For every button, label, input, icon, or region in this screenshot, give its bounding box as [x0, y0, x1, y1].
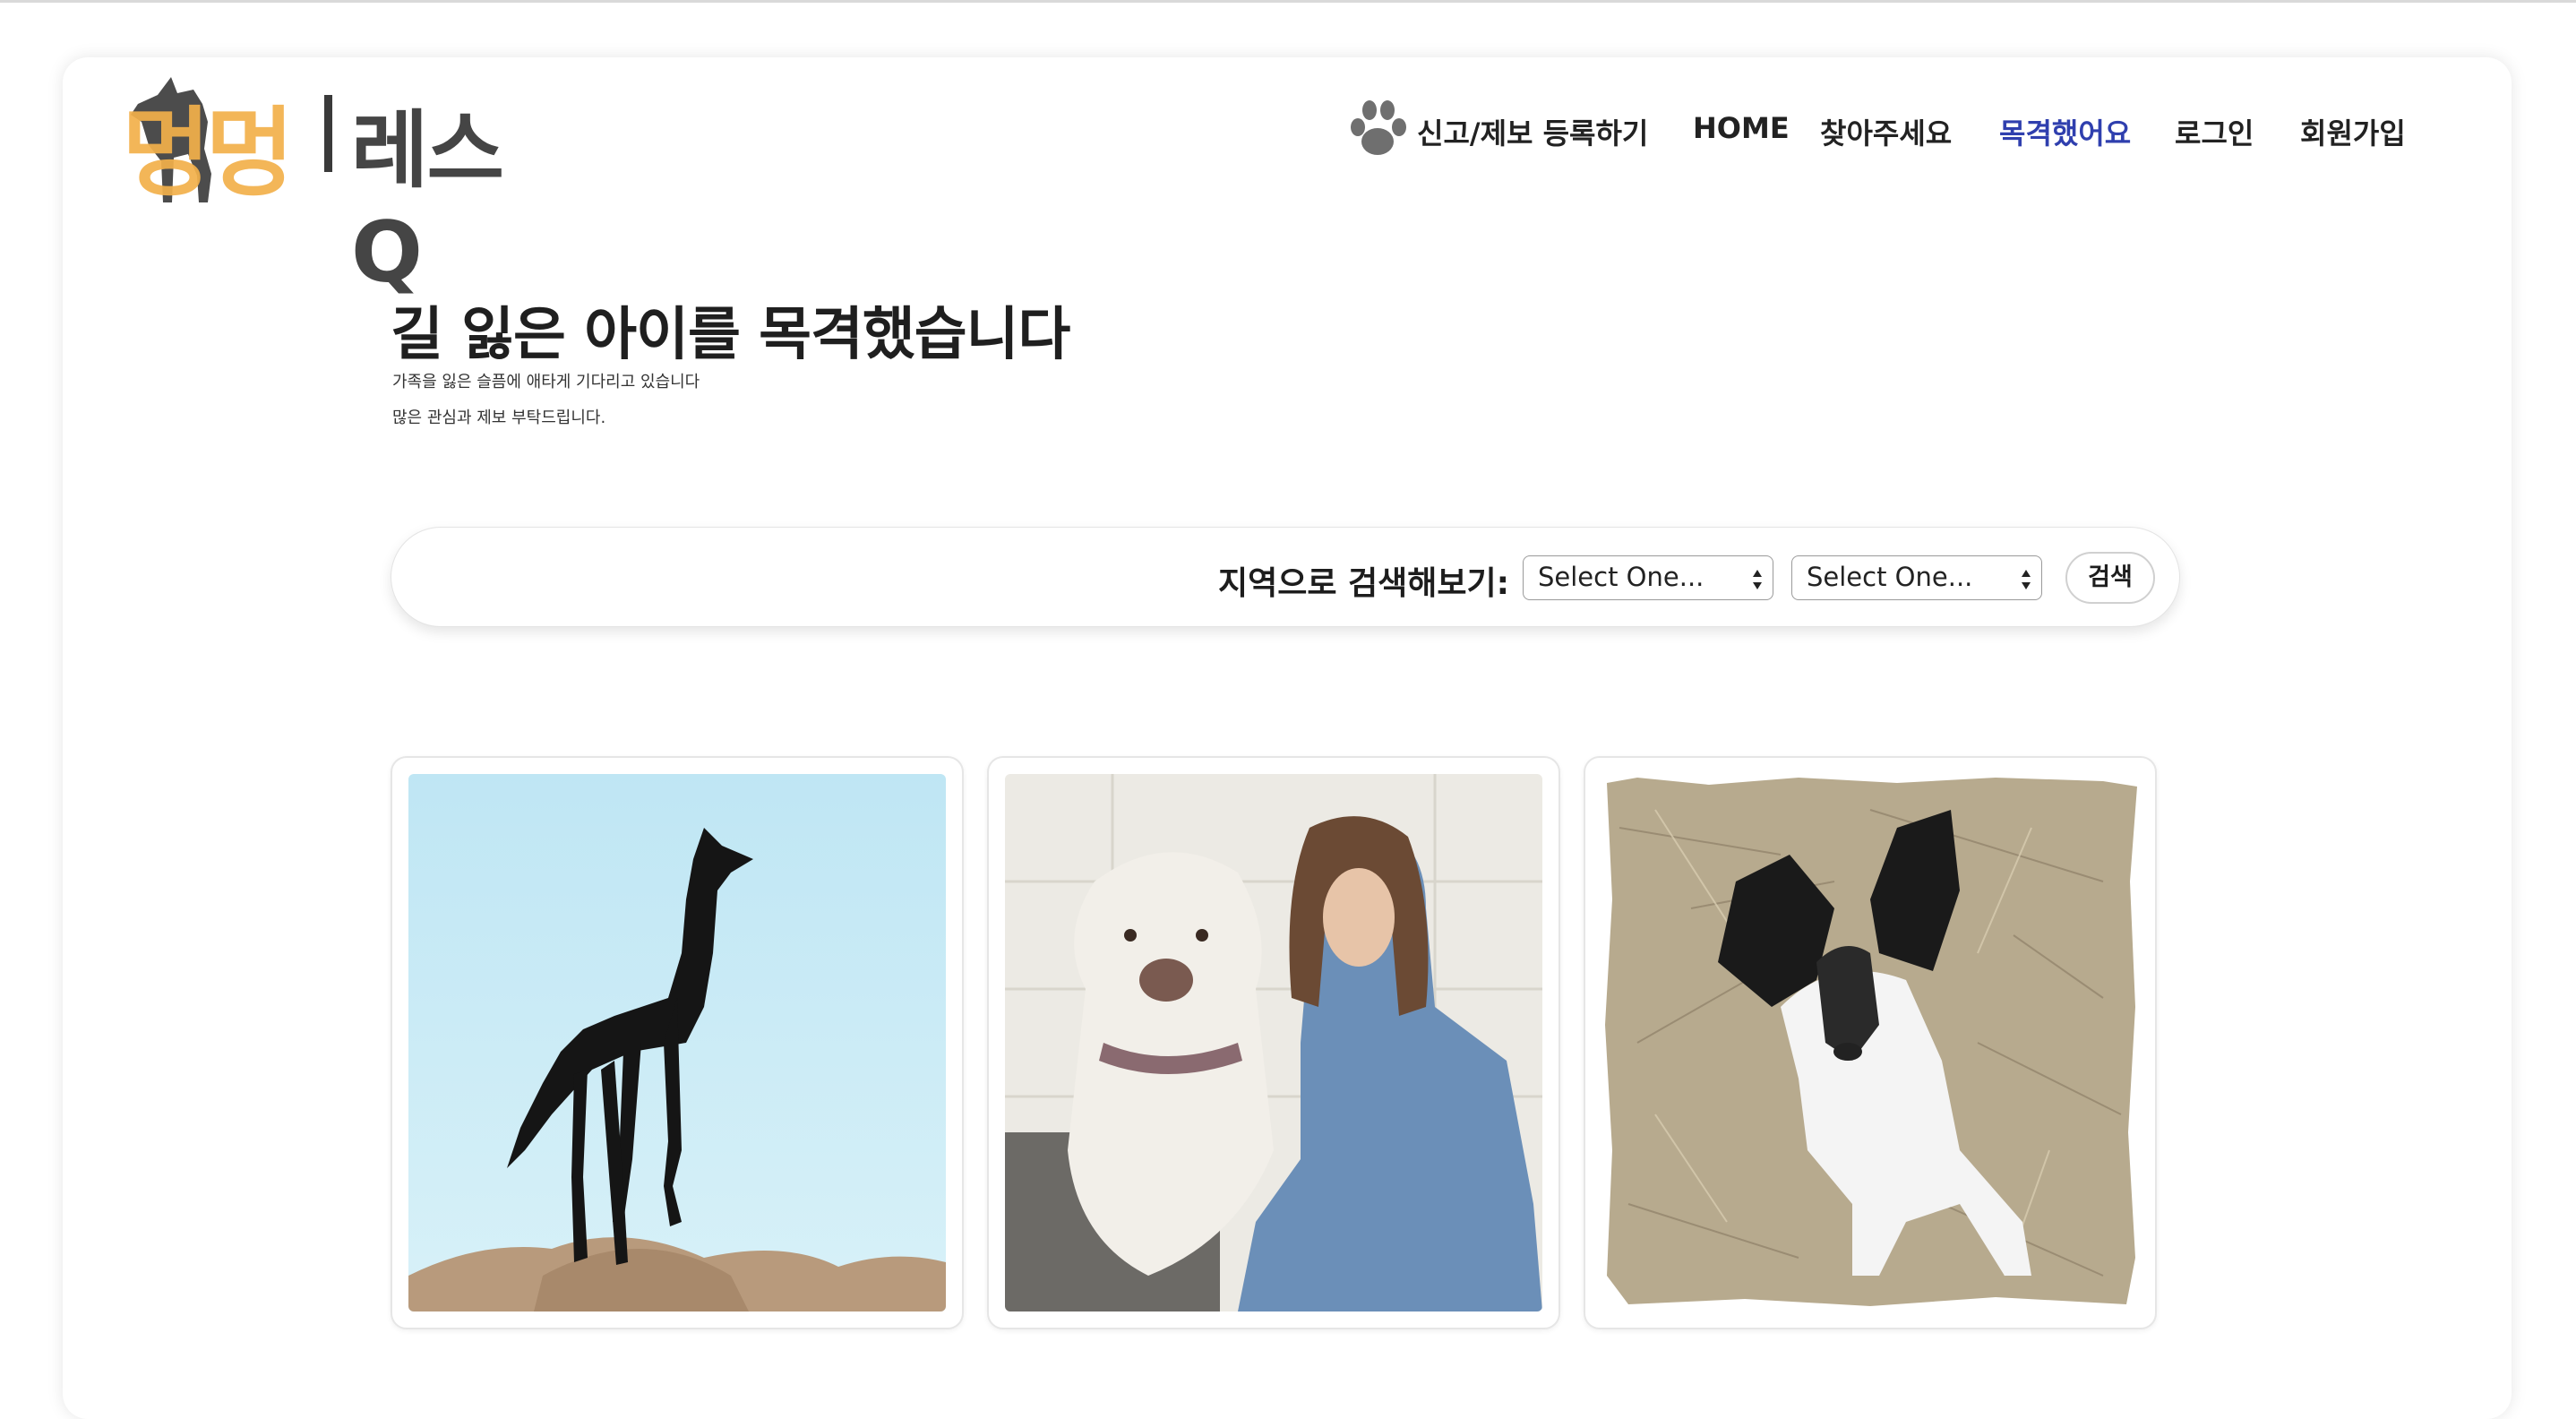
nav-witnessed[interactable]: 목격했어요: [1999, 111, 2131, 152]
search-label: 지역으로 검색해보기:: [1218, 565, 1510, 602]
page-title: 길 잃은 아이를 목격했습니다: [391, 302, 1070, 368]
paw-icon[interactable]: [1345, 95, 1410, 161]
site-logo[interactable]: 멍멍 레스Q: [122, 68, 543, 302]
select-arrows-icon: [2022, 570, 2031, 589]
nav-find[interactable]: 찾아주세요: [1820, 111, 1952, 152]
logo-divider: [324, 95, 332, 172]
nav-login[interactable]: 로그인: [2175, 111, 2254, 152]
nav-signup[interactable]: 회원가입: [2300, 111, 2406, 152]
witness-card-2[interactable]: [987, 756, 1560, 1329]
region-select-2[interactable]: Select One...: [1791, 555, 2042, 600]
region-select-1-value: Select One...: [1538, 562, 1704, 592]
white-dog-with-woman-photo: [1005, 774, 1542, 1312]
black-dog-on-rock-photo: [408, 774, 946, 1312]
page-subtitle-line-1: 가족을 잃은 슬픔에 애타게 기다리고 있습니다: [392, 373, 700, 391]
region-select-1[interactable]: Select One...: [1523, 555, 1773, 600]
browser-top-border: [0, 0, 2576, 3]
site-name: 레스Q: [351, 102, 504, 302]
logo-text: 멍멍: [122, 98, 295, 210]
witness-card-1[interactable]: [391, 756, 964, 1329]
select-arrows-icon: [1753, 570, 1762, 589]
search-button[interactable]: 검색: [2065, 552, 2155, 604]
region-select-2-value: Select One...: [1807, 562, 1973, 592]
puppy-on-straw-photo: [1601, 774, 2139, 1312]
witness-card-3[interactable]: [1584, 756, 2157, 1329]
nav-home[interactable]: HOME: [1693, 111, 1790, 145]
page-subtitle-line-2: 많은 관심과 제보 부탁드립니다.: [392, 408, 606, 427]
nav-report-button[interactable]: 신고/제보 등록하기: [1417, 111, 1648, 152]
